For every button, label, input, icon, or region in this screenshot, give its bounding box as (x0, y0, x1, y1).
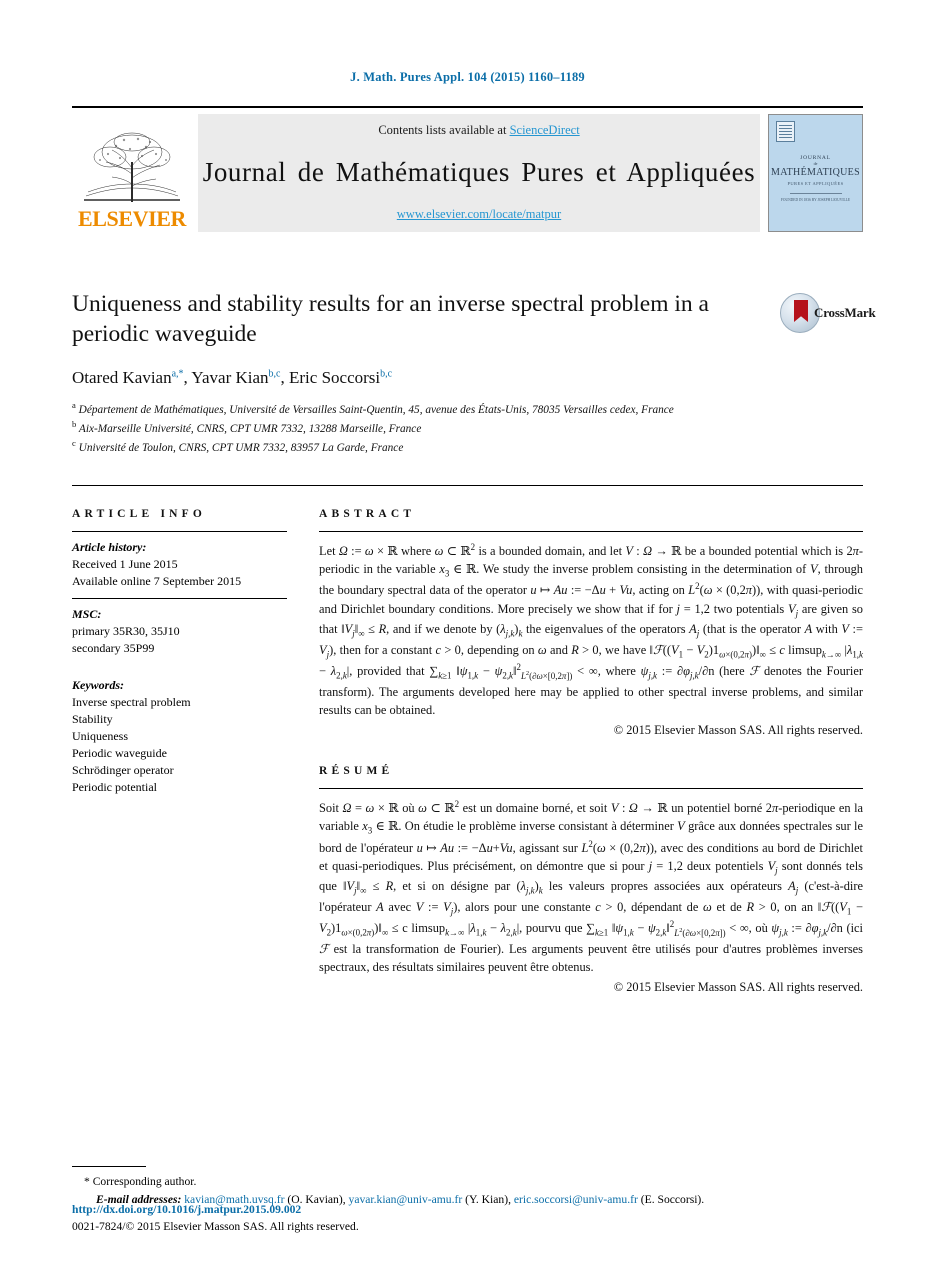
doi-link[interactable]: http://dx.doi.org/10.1016/j.matpur.2015.… (72, 1203, 301, 1216)
affiliation-item: a Département de Mathématiques, Universi… (72, 399, 863, 418)
keyword-item: Schrödinger operator (72, 762, 174, 777)
journal-title: Journal de Mathématiques Pures et Appliq… (202, 157, 756, 187)
page-title: Uniqueness and stability results for an … (72, 291, 709, 348)
affiliation-mark: b (72, 419, 77, 430)
keyword-item: Periodic potential (72, 779, 157, 794)
email-owner-kian: (Y. Kian) (465, 1192, 509, 1206)
running-head: J. Math. Pures Appl. 104 (2015) 1160–118… (350, 70, 585, 84)
contents-available-line: Contents lists available at ScienceDirec… (378, 123, 579, 138)
resume-heading: RÉSUMÉ (319, 764, 394, 777)
article-history-online: Available online 7 September 2015 (72, 573, 242, 588)
article-history-group: Article history: Received 1 June 2015 Av… (72, 532, 287, 598)
info-abstract-columns: ARTICLE INFO Article history: Received 1… (72, 484, 863, 997)
email-link-kian[interactable]: yavar.kian@univ-amu.fr (349, 1193, 463, 1206)
resume-text: Soit Ω = ω × ℝ où ω ⊂ ℝ2 est un domaine … (319, 798, 864, 975)
article-info-column: ARTICLE INFO Article history: Received 1… (72, 508, 287, 997)
author-name: Yavar Kian (191, 368, 269, 388)
corresponding-author-note: * Corresponding author. (72, 1173, 863, 1190)
author-name: Otared Kavian (72, 368, 172, 388)
msc-secondary: secondary 35P99 (72, 640, 155, 655)
msc-group: MSC: primary 35R30, 35J10 secondary 35P9… (72, 599, 287, 665)
abstract-copyright: © 2015 Elsevier Masson SAS. All rights r… (613, 722, 863, 737)
resume-body: Soit Ω = ω × ℝ où ω ⊂ ℝ2 est un domaine … (319, 789, 863, 996)
journal-masthead: ELSEVIER Contents lists available at Sci… (72, 106, 863, 233)
affiliation-item: c Université de Toulon, CNRS, CPT UMR 73… (72, 437, 863, 456)
author-sep: , (280, 368, 289, 388)
author-marks: a,* (171, 368, 184, 380)
abstract-column: ABSTRACT Let Ω := ω × ℝ where ω ⊂ ℝ2 is … (319, 508, 863, 997)
keywords-label: Keywords: (72, 677, 124, 692)
affiliation-mark: c (72, 438, 76, 449)
msc-primary: primary 35R30, 35J10 (72, 623, 180, 638)
author[interactable]: Yavar Kianb,c (191, 368, 280, 387)
issn-copyright-line: 0021-7824/© 2015 Elsevier Masson SAS. Al… (72, 1220, 359, 1234)
keyword-item: Periodic waveguide (72, 745, 167, 760)
affiliation-list: a Département de Mathématiques, Universi… (72, 399, 863, 456)
keyword-item: Stability (72, 711, 113, 726)
journal-cover-thumbnail: JOURNAL de MATHÉMATIQUES PURES ET APPLIQ… (768, 114, 863, 232)
author-name: Eric Soccorsi (289, 368, 381, 388)
affiliation-text: Aix-Marseille Université, CNRS, CPT UMR … (78, 423, 422, 436)
email-link-soccorsi[interactable]: eric.soccorsi@univ-amu.fr (514, 1193, 638, 1206)
cover-line-5: FOUNDED IN 1836 BY JOSEPH LIOUVILLE (780, 198, 851, 202)
elsevier-tree-icon (80, 122, 184, 208)
corresponding-author-text: Corresponding author. (92, 1175, 197, 1189)
author-list: Otared Kaviana,*, Yavar Kianb,c, Eric So… (72, 368, 863, 388)
keyword-item: Uniqueness (72, 728, 128, 743)
resume-copyright: © 2015 Elsevier Masson SAS. All rights r… (613, 980, 863, 995)
author-marks: b,c (268, 368, 281, 380)
crossmark-badge[interactable]: CrossMark (780, 291, 876, 337)
elsevier-wordmark: ELSEVIER (77, 206, 187, 231)
cover-text: JOURNAL de MATHÉMATIQUES PURES ET APPLIQ… (769, 155, 862, 202)
abstract-heading: ABSTRACT (319, 507, 416, 520)
affiliation-item: b Aix-Marseille Université, CNRS, CPT UM… (72, 418, 863, 437)
cover-line-3: MATHÉMATIQUES (771, 167, 860, 178)
keywords-list: Inverse spectral problem Stability Uniqu… (72, 694, 287, 796)
author[interactable]: Otared Kaviana,* (72, 368, 184, 387)
email-owner-soccorsi: (E. Soccorsi). (640, 1192, 705, 1206)
keyword-item: Inverse spectral problem (72, 694, 191, 709)
cover-line-4: PURES ET APPLIQUÉES (787, 181, 844, 186)
contents-prefix: Contents lists available at (378, 123, 510, 137)
cover-line-2: de (813, 161, 818, 166)
author[interactable]: Eric Soccorsib,c (289, 368, 392, 387)
affiliation-text: Université de Toulon, CNRS, CPT UMR 7332… (78, 442, 404, 455)
masthead-center-band: Contents lists available at ScienceDirec… (198, 114, 760, 232)
author-marks: b,c (380, 368, 393, 380)
footer-identifiers: http://dx.doi.org/10.1016/j.matpur.2015.… (72, 1202, 359, 1236)
crossmark-label: CrossMark (814, 305, 876, 320)
cover-divider (789, 193, 842, 194)
title-block: CrossMark Uniqueness and stability resul… (72, 289, 876, 457)
article-info-heading: ARTICLE INFO (72, 507, 207, 520)
keywords-group: Keywords: Inverse spectral problem Stabi… (72, 665, 287, 796)
affiliation-text: Département de Mathématiques, Université… (78, 403, 674, 416)
abstract-body: Let Ω := ω × ℝ where ω ⊂ ℝ2 is a bounded… (319, 532, 863, 739)
article-history-received: Received 1 June 2015 (72, 556, 178, 571)
sciencedirect-link[interactable]: ScienceDirect (510, 123, 580, 137)
abstract-text: Let Ω := ω × ℝ where ω ⊂ ℝ2 is a bounded… (319, 541, 864, 717)
msc-label: MSC: (72, 606, 102, 621)
corresponding-author-mark: * (84, 1175, 90, 1189)
affiliation-mark: a (72, 400, 76, 411)
paper-page: J. Math. Pures Appl. 104 (2015) 1160–118… (0, 0, 935, 1266)
elsevier-logo: ELSEVIER (72, 114, 192, 232)
article-history-label: Article history: (72, 539, 147, 554)
journal-homepage-link[interactable]: www.elsevier.com/locate/matpur (397, 207, 561, 222)
cover-elsevier-mark-icon (776, 121, 795, 142)
footnote-rule (72, 1166, 146, 1168)
